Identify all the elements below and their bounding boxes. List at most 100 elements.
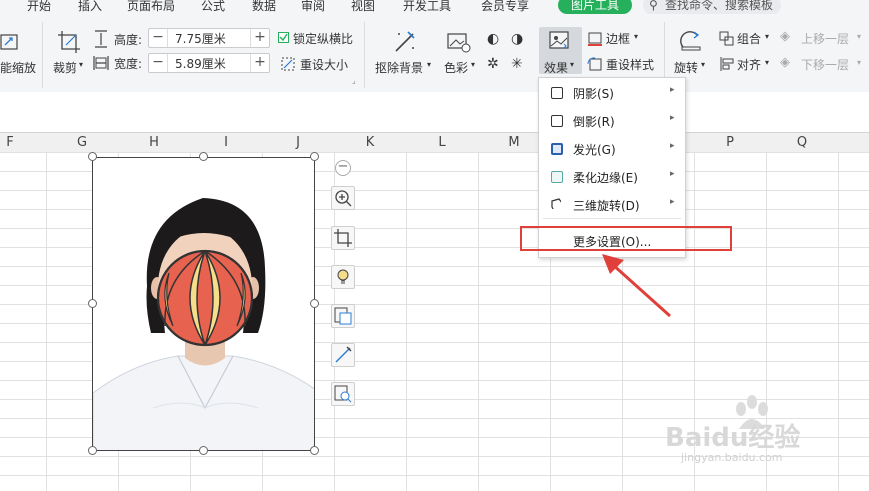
width-decrease-button[interactable]: −: [149, 54, 168, 72]
lock-ratio-label[interactable]: 锁定纵横比: [293, 30, 353, 47]
column-header[interactable]: J: [288, 135, 308, 150]
remove-background-button[interactable]: 抠除背景: [375, 59, 423, 76]
menu-item-soft-edge[interactable]: 柔化边缘(E) ▸: [539, 164, 685, 190]
height-increase-button[interactable]: +: [250, 29, 269, 47]
column-header[interactable]: H: [144, 135, 164, 150]
magic-wand-icon: [335, 346, 352, 363]
crop-dropdown-icon[interactable]: ▾: [79, 60, 83, 69]
bring-forward-dropdown-icon[interactable]: ▾: [857, 32, 861, 41]
height-spinner[interactable]: − 7.75厘米 +: [148, 28, 270, 48]
height-value[interactable]: 7.75厘米: [175, 30, 226, 47]
rotate-button[interactable]: 旋转: [674, 59, 698, 76]
group-dropdown-icon[interactable]: ▾: [765, 32, 769, 41]
tab-page-layout[interactable]: 页面布局: [127, 0, 175, 14]
search-input[interactable]: ⚲ 查找命令、搜索模板: [643, 0, 781, 15]
crop-side-button[interactable]: [331, 226, 355, 250]
color-icon[interactable]: [446, 30, 472, 54]
picture-ocr-button[interactable]: [331, 382, 355, 406]
selected-picture[interactable]: [92, 157, 315, 451]
send-backward-button[interactable]: 下移一层: [801, 56, 849, 73]
increase-brightness-icon[interactable]: ✲: [487, 56, 499, 72]
decrease-brightness-icon[interactable]: ✳: [511, 56, 523, 72]
border-icon[interactable]: [587, 31, 603, 47]
column-header[interactable]: M: [504, 135, 524, 150]
reset-size-icon[interactable]: [280, 56, 296, 72]
remove-background-icon[interactable]: [393, 29, 417, 55]
remove-background-side-button[interactable]: [331, 343, 355, 367]
align-button[interactable]: 对齐: [737, 56, 761, 73]
image-search-icon: [334, 385, 352, 403]
column-header[interactable]: I: [216, 135, 236, 150]
border-button[interactable]: 边框: [606, 30, 630, 47]
collapse-toolbar-icon[interactable]: −: [335, 160, 351, 176]
column-header[interactable]: Q: [792, 135, 812, 150]
column-header[interactable]: P: [720, 135, 740, 150]
resize-handle-top[interactable]: [199, 152, 208, 161]
tab-view[interactable]: 视图: [351, 0, 375, 14]
increase-contrast-icon[interactable]: ◐: [487, 31, 499, 47]
tab-developer[interactable]: 开发工具: [403, 0, 451, 14]
decrease-contrast-icon[interactable]: ◑: [511, 31, 523, 47]
effects-dropdown-icon[interactable]: ▾: [570, 60, 574, 69]
effects-icon[interactable]: [548, 30, 572, 52]
menu-item-shadow[interactable]: 阴影(S) ▸: [539, 80, 685, 106]
column-header[interactable]: L: [432, 135, 452, 150]
reset-style-button[interactable]: 重设样式: [606, 56, 654, 73]
smart-effects-button[interactable]: [331, 265, 355, 289]
bring-forward-button[interactable]: 上移一层: [801, 30, 849, 47]
smart-zoom-icon[interactable]: [0, 32, 20, 54]
convert-picture-icon: [334, 307, 352, 325]
portrait-photo: [93, 198, 314, 450]
lock-ratio-checkbox[interactable]: [278, 32, 289, 43]
border-dropdown-icon[interactable]: ▾: [634, 32, 638, 41]
reset-size-button[interactable]: 重设大小: [300, 56, 348, 73]
align-dropdown-icon[interactable]: ▾: [765, 58, 769, 67]
align-icon[interactable]: [719, 56, 735, 72]
width-value[interactable]: 5.89厘米: [175, 55, 226, 72]
column-header[interactable]: F: [0, 135, 20, 150]
resize-handle-top-left[interactable]: [88, 152, 97, 161]
menu-item-3d-rotation[interactable]: 三维旋转(D) ▸: [539, 192, 685, 218]
rotate-icon[interactable]: [679, 29, 703, 53]
menu-item-reflection[interactable]: 倒影(R) ▸: [539, 108, 685, 134]
tab-home[interactable]: 开始: [27, 0, 51, 14]
color-dropdown-icon[interactable]: ▾: [471, 60, 475, 69]
zoom-in-icon: [335, 190, 352, 207]
reset-style-icon[interactable]: [587, 56, 603, 72]
width-spinner[interactable]: − 5.89厘米 +: [148, 53, 270, 73]
tab-insert[interactable]: 插入: [78, 0, 102, 14]
resize-handle-left[interactable]: [88, 299, 97, 308]
column-header[interactable]: G: [72, 135, 92, 150]
width-increase-button[interactable]: +: [250, 54, 269, 72]
menu-item-glow[interactable]: 发光(G) ▸: [539, 136, 685, 162]
height-decrease-button[interactable]: −: [149, 29, 168, 47]
column-header[interactable]: K: [360, 135, 380, 150]
effects-label[interactable]: 效果: [544, 59, 568, 76]
tab-formulas[interactable]: 公式: [201, 0, 225, 14]
group-button[interactable]: 组合: [737, 30, 761, 47]
send-backward-dropdown-icon[interactable]: ▾: [857, 58, 861, 67]
tab-data[interactable]: 数据: [252, 0, 276, 14]
color-button[interactable]: 色彩: [444, 59, 468, 76]
zoom-preview-button[interactable]: [331, 186, 355, 210]
picture-to-pdf-button[interactable]: [331, 304, 355, 328]
resize-handle-bottom[interactable]: [199, 446, 208, 455]
width-icon: [93, 56, 109, 70]
height-icon: [95, 30, 107, 48]
smart-zoom-label[interactable]: 能缩放: [0, 59, 36, 76]
tab-review[interactable]: 审阅: [301, 0, 325, 14]
crop-button[interactable]: 裁剪: [53, 59, 77, 76]
crop-icon[interactable]: [57, 30, 81, 54]
remove-background-dropdown-icon[interactable]: ▾: [427, 60, 431, 69]
resize-handle-bottom-left[interactable]: [88, 446, 97, 455]
tab-picture-tools[interactable]: 图片工具: [558, 0, 632, 14]
group-icon[interactable]: [719, 31, 735, 47]
resize-handle-bottom-right[interactable]: [310, 446, 319, 455]
menu-divider: [543, 218, 681, 219]
resize-handle-top-right[interactable]: [310, 152, 319, 161]
menu-item-label: 柔化边缘(E): [573, 171, 638, 185]
resize-handle-right[interactable]: [310, 299, 319, 308]
rotate-dropdown-icon[interactable]: ▾: [701, 60, 705, 69]
size-dialog-launcher-icon[interactable]: ⌟: [352, 76, 356, 85]
tab-member[interactable]: 会员专享: [481, 0, 529, 14]
